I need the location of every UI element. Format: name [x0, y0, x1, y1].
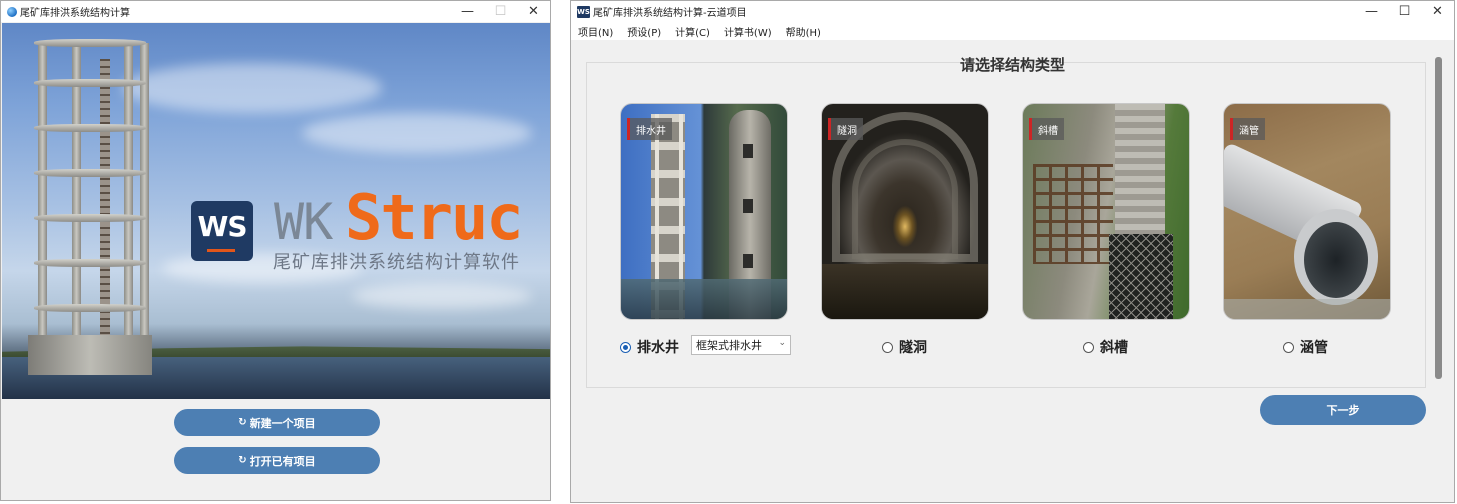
option-tunnel[interactable]: 隧洞: [882, 337, 927, 357]
refresh-icon: ↻: [238, 455, 247, 466]
option-label: 涵管: [1300, 340, 1328, 356]
vertical-scrollbar[interactable]: [1435, 57, 1442, 379]
menu-project[interactable]: 项目(N): [571, 24, 620, 39]
splash-image: WS WK Struc 尾矿库排洪系统结构计算软件: [2, 23, 550, 399]
card-tag: 隧洞: [828, 118, 863, 140]
culvert-image[interactable]: 涵管: [1223, 103, 1391, 320]
next-step-label: 下一步: [1326, 404, 1360, 417]
new-project-label: 新建一个项目: [249, 416, 316, 430]
app-icon: WS: [577, 5, 590, 18]
brand-prefix: WK: [274, 193, 333, 251]
minimize-button[interactable]: —: [451, 1, 484, 22]
option-culvert[interactable]: 涵管: [1283, 337, 1328, 357]
option-drain-well[interactable]: 排水井: [620, 337, 679, 357]
option-chute[interactable]: 斜槽: [1083, 337, 1128, 357]
ws-logo: WS: [191, 201, 253, 261]
brand-suffix: Struc: [345, 181, 524, 254]
minimize-button[interactable]: —: [1355, 1, 1388, 22]
option-label: 斜槽: [1100, 340, 1128, 356]
radio-culvert[interactable]: [1283, 341, 1294, 353]
window-title: 尾矿库排洪系统结构计算-云道项目: [593, 8, 747, 19]
splash-window: 尾矿库排洪系统结构计算 — ☐ ✕ WS WK Struc 尾矿库排洪系统结构计…: [0, 0, 551, 501]
new-project-button[interactable]: ↻ 新建一个项目: [174, 409, 380, 436]
structure-select-window: WS 尾矿库排洪系统结构计算-云道项目 — ☐ ✕ 项目(N) 预设(P) 计算…: [570, 0, 1455, 503]
chute-image[interactable]: 斜槽: [1022, 103, 1190, 320]
select-value: 框架式排水井: [696, 339, 762, 352]
card-tag: 排水井: [627, 118, 672, 140]
product-subtitle: 尾矿库排洪系统结构计算软件: [273, 252, 520, 273]
chevron-down-icon: ⌄: [778, 338, 786, 348]
drain-well-type-select[interactable]: 框架式排水井 ⌄: [691, 335, 791, 355]
maximize-button[interactable]: ☐: [1388, 1, 1421, 22]
title-bar: 尾矿库排洪系统结构计算 — ☐ ✕: [1, 1, 550, 22]
radio-chute[interactable]: [1083, 341, 1094, 353]
app-icon: [7, 6, 17, 17]
refresh-icon: ↻: [238, 417, 247, 428]
radio-tunnel[interactable]: [882, 341, 893, 353]
card-tag: 斜槽: [1029, 118, 1064, 140]
window-title: 尾矿库排洪系统结构计算: [20, 8, 130, 19]
option-label: 隧洞: [899, 340, 927, 356]
group-heading: 请选择结构类型: [959, 56, 1065, 74]
open-project-button[interactable]: ↻ 打开已有项目: [174, 447, 380, 474]
menu-report[interactable]: 计算书(W): [717, 24, 779, 39]
open-project-label: 打开已有项目: [249, 454, 316, 468]
drain-well-image[interactable]: 排水井: [620, 103, 788, 320]
card-tag: 涵管: [1230, 118, 1265, 140]
menu-help[interactable]: 帮助(H): [779, 24, 828, 39]
option-label: 排水井: [637, 340, 679, 356]
maximize-button[interactable]: ☐: [484, 1, 517, 22]
radio-drain-well[interactable]: [620, 341, 631, 353]
title-bar: WS 尾矿库排洪系统结构计算-云道项目 — ☐ ✕: [571, 1, 1454, 22]
close-button[interactable]: ✕: [517, 1, 550, 22]
close-button[interactable]: ✕: [1421, 1, 1454, 22]
tunnel-image[interactable]: 隧洞: [821, 103, 989, 320]
menu-calculate[interactable]: 计算(C): [668, 24, 717, 39]
next-step-button[interactable]: 下一步: [1260, 395, 1426, 425]
menu-bar: 项目(N) 预设(P) 计算(C) 计算书(W) 帮助(H): [571, 22, 1454, 40]
menu-preset[interactable]: 预设(P): [620, 24, 668, 39]
drain-tower-illustration: [28, 29, 152, 375]
